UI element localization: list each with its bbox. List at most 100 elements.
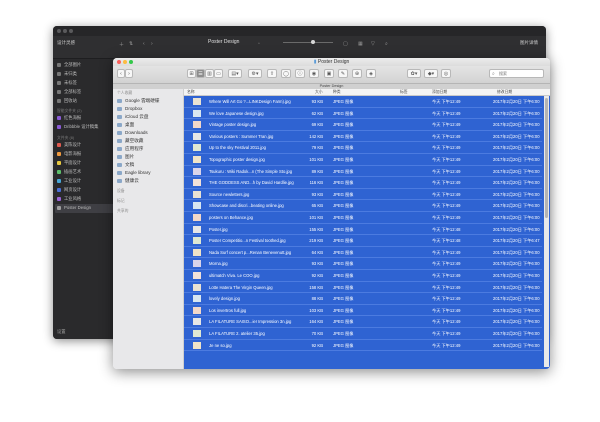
column-date-modified[interactable]: 修改日期 (497, 89, 512, 95)
thumbnail-size-slider-handle[interactable] (311, 40, 315, 44)
column-date-added[interactable]: 添加日期 (432, 89, 447, 95)
smart-folder-item[interactable]: 红色海报 (57, 114, 113, 122)
file-thumbnail (193, 330, 201, 337)
sidebar-item-collection[interactable]: 藏空收藏 (117, 137, 181, 145)
quick-look-button[interactable]: ◉ (309, 69, 319, 78)
share-button[interactable]: ⇪ (267, 69, 277, 78)
file-row[interactable]: Vintage poster design.jpg 69 KB JPEG 图像 今天 … (184, 119, 542, 131)
forward-icon[interactable]: › (151, 41, 153, 47)
file-row[interactable]: Poster.jpg 155 KB JPEG 图像 今天 下午12:48 2017年2月… (184, 224, 542, 236)
file-row[interactable]: Je ne so.jpg 92 KB JPEG 图像 今天 下午12:49 2017年2… (184, 340, 542, 352)
column-name[interactable]: 名称 (187, 89, 195, 95)
folder-item[interactable]: 工业风格 (57, 195, 113, 203)
sidebar-item-health[interactable]: 健康云 (117, 177, 181, 185)
extension-button[interactable]: ✿▾ (407, 69, 421, 78)
back-icon[interactable]: ‹ (143, 41, 145, 47)
folder-item[interactable]: 美陈设计 (57, 141, 113, 149)
file-row[interactable]: Los invertros full.jpg 103 KB JPEG 图像 今天 下午… (184, 305, 542, 317)
sidebar-item-google-drive[interactable]: Google 雲端硬碟 (117, 97, 181, 105)
file-row[interactable]: Lotte Hatera The Virgin Queen.jpg 158 KB J… (184, 282, 542, 294)
file-row[interactable]: LA FILATURE 2. atelier 35.jpg 70 KB JPEG 图… (184, 328, 542, 340)
gear-icon: ⚙▾ (251, 71, 259, 77)
file-row[interactable]: Showcase and discri...beating online.jpg… (184, 200, 542, 212)
thumbnail-size-slider[interactable] (283, 42, 333, 43)
tag-button[interactable]: ◯ (281, 69, 291, 78)
file-kind: JPEG 图像 (333, 157, 354, 162)
sidebar-item-all-tags[interactable]: 全部标签 (57, 88, 113, 96)
action-button[interactable]: ⚙▾ (248, 69, 262, 78)
file-size: 101 KB (309, 157, 323, 162)
file-row[interactable]: LA FILATURE SAISO...ier Impression 3n.jp… (184, 316, 542, 328)
folder-item[interactable]: 网页设计 (57, 186, 113, 194)
file-kind: JPEG 图像 (333, 296, 354, 302)
file-row[interactable]: Topographic poster design.jpg 101 KB JPEG … (184, 154, 542, 166)
layout-icon[interactable]: ▦ (358, 41, 363, 47)
column-tags[interactable]: 标签 (400, 89, 408, 95)
close-window-button[interactable] (57, 29, 61, 33)
file-row[interactable]: Where Will Art Go ?...LINKDesign Farm).j… (184, 96, 542, 108)
file-row[interactable]: posters on Behance.jpg 101 KB JPEG 图像 今天 下午… (184, 212, 542, 224)
vertical-scrollbar[interactable] (544, 96, 549, 367)
sidebar-item-eagle-library[interactable]: Eagle library (117, 169, 181, 177)
tags-button[interactable]: ◈ (366, 69, 376, 78)
add-icon[interactable]: ＋ (119, 41, 124, 48)
file-size: 158 KB (309, 284, 323, 290)
airdrop-button[interactable]: ◎ (441, 69, 451, 78)
file-kind: JPEG 图像 (333, 319, 354, 325)
folder-item[interactable]: 插画艺术 (57, 168, 113, 176)
sidebar-item-documents[interactable]: 文稿 (117, 161, 181, 169)
group-by-button[interactable]: ▤▾ (228, 69, 242, 78)
smart-folder-item[interactable]: Dribbble 设计稿集 (57, 123, 113, 131)
sidebar-item-trash[interactable]: 回收站 (57, 97, 113, 105)
forward-button[interactable]: › (125, 69, 133, 78)
settings-button[interactable]: 设置 (57, 329, 66, 335)
new-folder-button[interactable]: ⊕ (352, 69, 362, 78)
sidebar-item-uncategorized[interactable]: 未归类 (57, 70, 113, 78)
info-button[interactable]: ⓘ (295, 69, 305, 78)
edit-button[interactable]: ✎ (338, 69, 348, 78)
file-row[interactable]: Morna.jpg 93 KB JPEG 图像 今天 下午12:49 2017年2月20… (184, 258, 542, 270)
back-button[interactable]: ‹ (117, 69, 125, 78)
folder-item[interactable]: 电影海报 (57, 150, 113, 158)
file-row[interactable]: ultimatch Viva. Le COO.jpg 92 KB JPEG 图像 今天… (184, 270, 542, 282)
file-row[interactable]: We love Japanese design.jpg 62 KB JPEG 图像今… (184, 108, 542, 120)
search-input[interactable] (499, 70, 541, 77)
sidebar-item-all[interactable]: 全部图片 (57, 61, 113, 69)
view-gallery-button[interactable]: ▭ (214, 69, 223, 78)
view-columns-button[interactable]: ▥ (205, 69, 214, 78)
zoom-window-button[interactable] (69, 29, 73, 33)
search-icon[interactable]: ⌕ (385, 41, 388, 47)
filter-icon[interactable]: ▽ (371, 41, 375, 47)
file-row[interactable]: Tsukuru : Wiki Radok...n (The Simple Sto… (184, 166, 542, 178)
folder-item[interactable]: 平面设计 (57, 159, 113, 167)
column-size[interactable]: 大小 (315, 89, 323, 95)
minimize-window-button[interactable] (63, 29, 67, 33)
library-title[interactable]: 设计灵感 (57, 40, 75, 46)
dropbox-button[interactable]: ◆▾ (424, 69, 438, 78)
shared-header: 共享的 (117, 209, 129, 213)
file-date-modified: 2017年2月20日 下午6:00 (493, 261, 540, 267)
view-icons-button[interactable]: ⊞ (187, 69, 196, 78)
sidebar-item-icloud[interactable]: iCloud 云盘 (117, 113, 181, 121)
file-row[interactable]: THE GODDESS AND...h by David Hardlie.jpg… (184, 177, 542, 189)
file-row[interactable]: Nada Surf concert p...Renan Benevenutt.j… (184, 247, 542, 259)
folder-action-button[interactable]: ▣ (324, 69, 334, 78)
file-row[interactable]: Up to the sky Festival 2011.jpg 79 KB JPEG… (184, 142, 542, 154)
folder-item[interactable]: 工业设计 (57, 177, 113, 185)
sidebar-item-desktop[interactable]: 桌面 (117, 121, 181, 129)
file-row[interactable]: Poster Competitio...n Festival toothed.j… (184, 235, 542, 247)
sidebar-item-untagged[interactable]: 未标签 (57, 79, 113, 87)
sort-icon[interactable]: ⇅ (129, 41, 133, 47)
scrollbar-thumb[interactable] (545, 98, 548, 218)
file-row[interactable]: lovely design.jpg 88 KB JPEG 图像 今天 下午12:49 2… (184, 293, 542, 305)
search-field[interactable]: ⌕ (489, 69, 544, 78)
view-list-button[interactable]: ☰ (196, 69, 205, 78)
file-row[interactable]: Source newletters.jpg 93 KB JPEG 图像 今天 下午12… (184, 189, 542, 201)
sidebar-item-downloads[interactable]: Downloads (117, 129, 181, 137)
sidebar-item-pictures[interactable]: 图片 (117, 153, 181, 161)
column-kind[interactable]: 种类 (333, 89, 341, 95)
sidebar-item-applications[interactable]: 应用程序 (117, 145, 181, 153)
folder-item-poster-design[interactable]: Poster Design (57, 204, 113, 212)
file-row[interactable]: Various posters : Summer Tran.jpg 142 KB J… (184, 131, 542, 143)
sidebar-item-dropbox[interactable]: Dropbox (117, 105, 181, 113)
